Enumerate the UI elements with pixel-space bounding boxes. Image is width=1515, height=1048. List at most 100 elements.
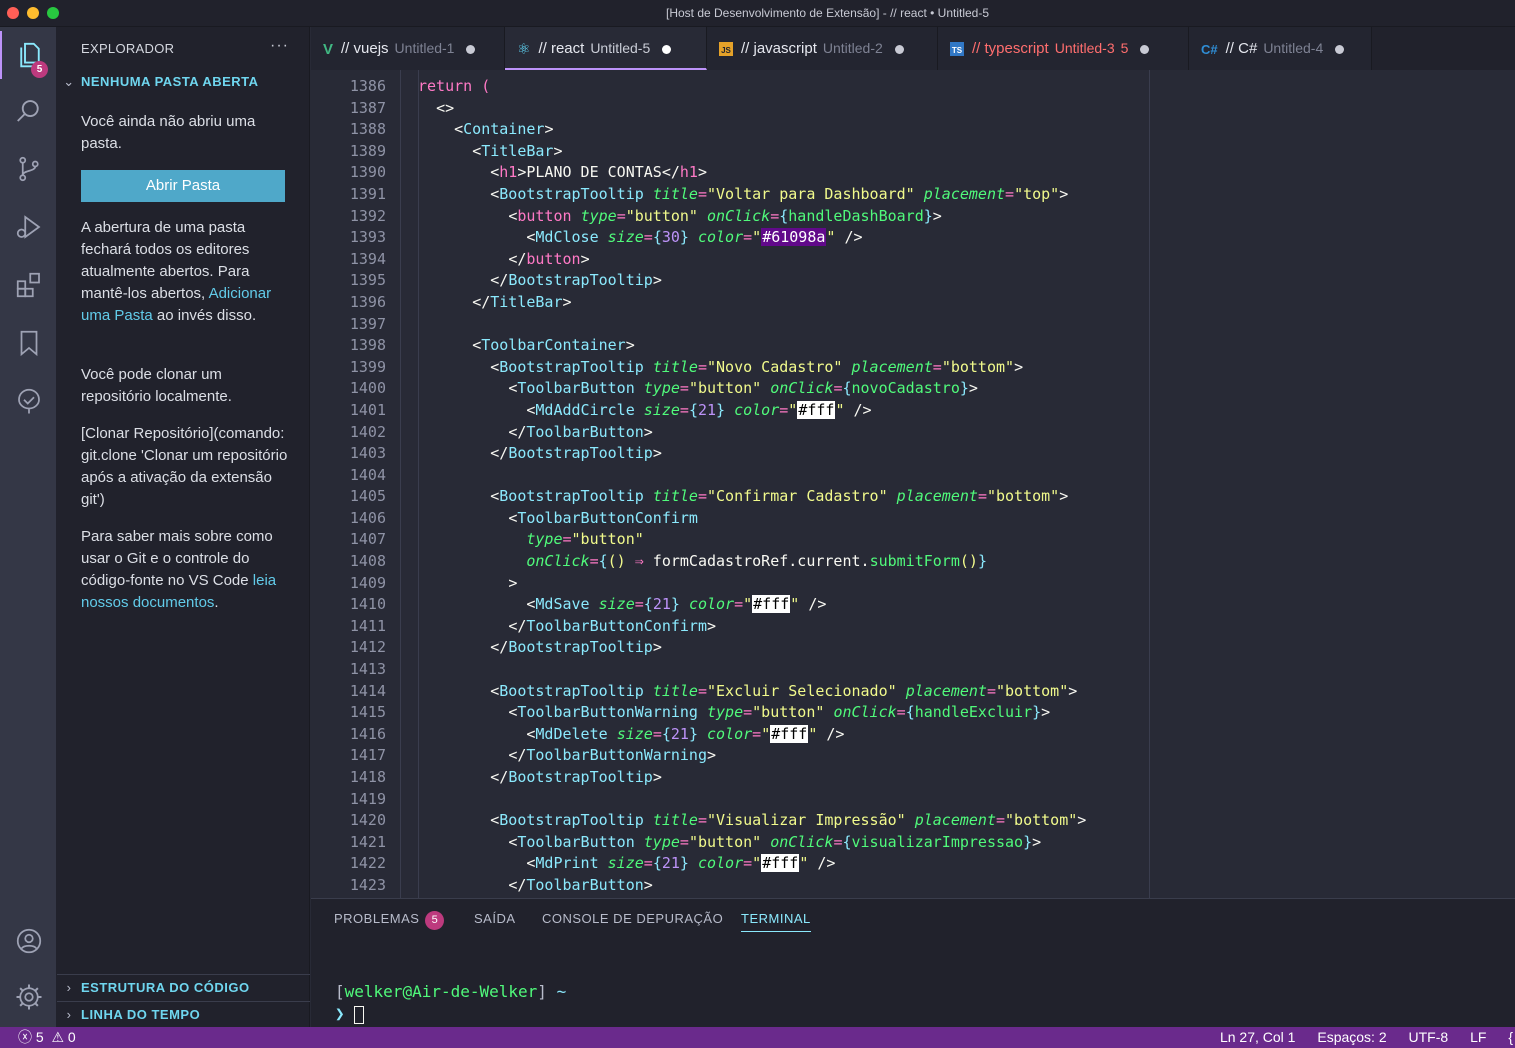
tab-desc: Untitled-2 [822,40,883,56]
terminal-cursor [354,1005,365,1024]
bottom-panel: PROBLEMAS 5 SAÍDA CONSOLE DE DEPURAÇÃO TE… [311,898,1515,1027]
line-number: 1393 [349,228,386,247]
testing-activity[interactable] [0,377,57,425]
window-title: [Host de Desenvolvimento de Extensão] - … [665,6,990,20]
timeline-section-header[interactable]: › LINHA DO TEMPO [57,1001,310,1027]
run-debug-activity[interactable] [0,203,57,251]
unsaved-dot-icon[interactable] [1335,44,1345,54]
git-docs-after: . [214,594,219,611]
problems-status[interactable]: ⓧ 5 ⚠ 0 [18,1027,76,1048]
vue-icon: V [323,40,334,58]
git-docs-before: Para saber mais sobre como usar o Git e … [81,528,273,589]
tab-title: // javascript [741,40,817,57]
terminal-output[interactable]: [welker@Air-de-Welker] ~ ❯ [335,981,566,1025]
tab-terminal[interactable]: TERMINAL [741,911,811,932]
warning-count: 0 [67,1029,76,1045]
gear-icon [16,984,41,1010]
tab-react[interactable]: ⚛ // react Untitled-5 [505,27,707,70]
code-editor[interactable]: 1386 1387 1388 1389 1390 1391 1392 1393 1394 1395… [311,70,1515,898]
csharp-icon: C# [1201,41,1218,57]
line-number: 1407 [349,530,386,549]
line-number: 1413 [349,660,386,679]
editor-tab-bar: V// vuejs Untitled-1 ⚛// react Untitled-5 … [311,27,1515,70]
terminal-dir: ~ [556,982,567,1001]
line-number: 1405 [349,487,386,506]
search-activity[interactable] [0,87,57,135]
tab-vuejs[interactable]: V // vuejs Untitled-1 [311,27,505,70]
line-number: 1400 [349,379,386,398]
tab-debug-console[interactable]: CONSOLE DE DEPURAÇÃO [542,911,723,926]
account-icon [16,928,41,954]
line-number: 1390 [349,163,386,182]
run-debug-icon [16,215,40,239]
outline-section-header[interactable]: › ESTRUTURA DO CÓDIGO [57,974,310,1000]
more-actions-icon[interactable]: ··· [270,37,289,55]
line-number: 1403 [349,444,386,463]
line-number: 1387 [349,98,386,117]
tab-desc: Untitled-1 [394,40,455,56]
unsaved-dot-icon[interactable] [662,44,672,54]
line-number: 1408 [349,552,386,571]
indent-guide [400,70,401,898]
line-number: 1420 [349,811,386,830]
line-number: 1397 [349,314,386,333]
line-number: 1401 [349,400,386,419]
search-icon [16,100,39,122]
tab-error-count: 5 [1120,40,1129,56]
line-number: 1416 [349,724,386,743]
line-number: 1423 [349,875,386,894]
extensions-activity[interactable] [0,261,57,309]
cursor-position[interactable]: Ln 27, Col 1 [1220,1027,1296,1048]
source-control-activity[interactable] [0,145,57,193]
timeline-label: LINHA DO TEMPO [81,1007,201,1022]
unsaved-dot-icon[interactable] [466,44,476,54]
line-number: 1409 [349,573,386,592]
explorer-activity[interactable]: 5 [0,31,57,79]
tab-csharp[interactable]: C# // C# Untitled-4 [1189,27,1372,70]
tab-desc: Untitled-4 [1263,40,1324,56]
encoding[interactable]: UTF-8 [1409,1027,1449,1048]
line-number: 1398 [349,336,386,355]
source-control-icon [18,156,39,182]
line-number: 1392 [349,206,386,225]
unsaved-dot-icon[interactable] [894,44,904,54]
code-content[interactable]: return ( <> <Container> <TitleBar> <h1>P… [418,76,1086,897]
end-of-line[interactable]: LF [1470,1027,1486,1048]
tab-output[interactable]: SAÍDA [474,911,516,926]
line-number: 1394 [349,249,386,268]
line-number: 1417 [349,746,386,765]
folder-info-after: ao invés disso. [156,307,257,324]
ts-icon: TS [950,42,964,57]
line-number: 1418 [349,768,386,786]
line-number: 1391 [349,184,386,203]
open-folder-button[interactable]: Abrir Pasta [81,170,285,202]
section-title: NENHUMA PASTA ABERTA [81,74,259,89]
bookmarks-activity[interactable] [0,319,57,367]
unsaved-dot-icon[interactable] [1140,44,1150,54]
manage-activity[interactable] [0,973,57,1021]
tab-typescript[interactable]: TS // typescript Untitled-3 5 [938,27,1189,70]
title-bar: [Host de Desenvolvimento de Extensão] - … [0,0,1515,27]
line-number: 1388 [349,120,386,139]
line-number: 1411 [349,616,386,635]
tab-javascript[interactable]: JS // javascript Untitled-2 [707,27,938,70]
language-mode[interactable]: { [1508,1027,1513,1048]
extensions-icon [16,272,40,298]
tab-desc: Untitled-5 [590,40,651,56]
line-number: 1419 [349,789,386,808]
chevron-right-icon: › [66,1007,72,1022]
problems-label: PROBLEMAS [334,911,420,926]
no-folder-section-header[interactable]: ⌄ NENHUMA PASTA ABERTA [57,69,310,95]
tab-problems[interactable]: PROBLEMAS 5 [334,911,445,930]
clone-repo-text: [Clonar Repositório](comando: git.clone … [81,425,288,508]
accounts-activity[interactable] [0,917,57,965]
bookmark-icon [20,330,37,357]
tab-title: // typescript [972,40,1049,57]
testing-icon [17,388,40,414]
terminal-prompt: ❯ [335,1004,345,1023]
indentation[interactable]: Espaços: 2 [1317,1027,1386,1048]
line-number: 1410 [349,595,386,614]
line-number: 1422 [349,854,386,873]
tab-title: // C# [1225,40,1258,57]
line-number: 1399 [349,357,386,376]
